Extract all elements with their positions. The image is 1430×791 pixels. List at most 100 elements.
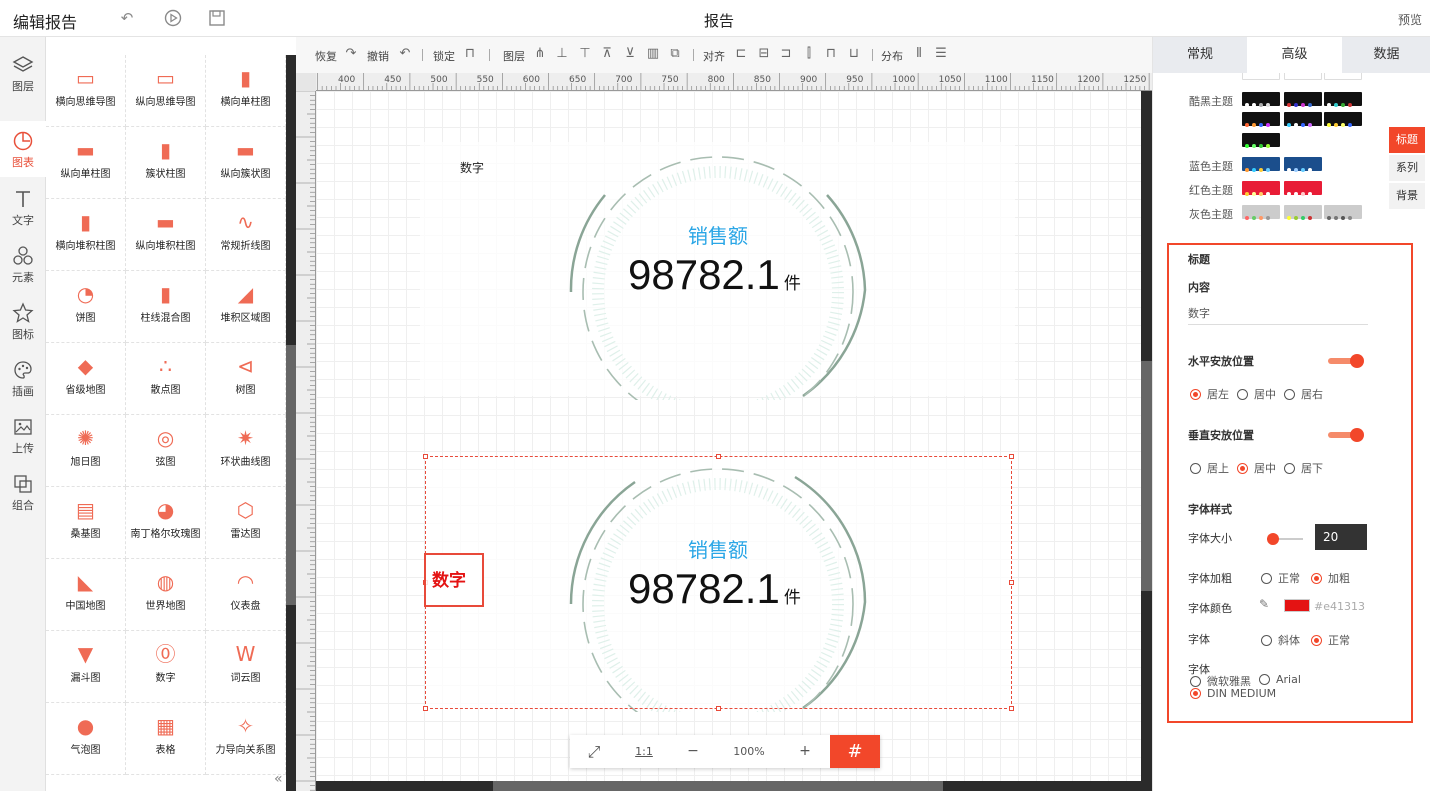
v-pos-middle-radio[interactable]: 居中	[1237, 460, 1276, 476]
theme-swatch[interactable]	[1284, 181, 1322, 196]
font-weight-bold-radio[interactable]: 加粗	[1311, 570, 1350, 586]
palette-item[interactable]: ∿ 常规折线图	[206, 199, 286, 271]
palette-item[interactable]: ⓪ 数字	[126, 631, 206, 703]
v-pos-bottom-radio[interactable]: 居下	[1284, 460, 1323, 476]
palette-item[interactable]: ✷ 环状曲线图	[206, 415, 286, 487]
palette-item[interactable]: ▮ 横向堆积柱图	[46, 199, 126, 271]
align-top-icon[interactable]: ⫿	[801, 46, 817, 62]
sidetab-background[interactable]: 背景	[1389, 183, 1425, 209]
theme-swatch[interactable]	[1324, 205, 1362, 220]
palette-item[interactable]: ◢ 堆积区域图	[206, 271, 286, 343]
actual-size-button[interactable]: 1:1	[620, 735, 668, 768]
theme-swatch[interactable]	[1242, 112, 1280, 127]
v-pos-toggle[interactable]	[1328, 428, 1364, 442]
palette-item[interactable]: ✺ 旭日图	[46, 415, 126, 487]
font-color-swatch[interactable]	[1284, 599, 1310, 612]
nav-illustrations[interactable]: 插画	[0, 350, 46, 406]
font-size-slider-knob[interactable]	[1267, 533, 1279, 545]
palette-item[interactable]: ◆ 省级地图	[46, 343, 126, 415]
align-middle-icon[interactable]: ⊓	[823, 46, 839, 62]
nav-elements[interactable]: 元素	[0, 236, 46, 292]
nav-layers[interactable]: 图层	[0, 45, 46, 101]
palette-item[interactable]: ◣ 中国地图	[46, 559, 126, 631]
theme-swatch[interactable]	[1284, 205, 1322, 220]
palette-item[interactable]: ▭ 纵向思维导图	[126, 55, 206, 127]
font-family-arial-radio[interactable]: Arial	[1259, 673, 1301, 686]
lock-icon[interactable]: ⊓	[462, 46, 478, 62]
font-normal-radio[interactable]: 正常	[1311, 632, 1350, 648]
palette-item[interactable]: ◠ 仪表盘	[206, 559, 286, 631]
align-bottom-icon[interactable]: ⊔	[846, 46, 862, 62]
theme-swatch[interactable]	[1284, 112, 1322, 127]
font-size-input[interactable]: 20	[1315, 524, 1367, 550]
palette-item[interactable]: ▬ 纵向簇状图	[206, 127, 286, 199]
h-pos-center-radio[interactable]: 居中	[1237, 386, 1276, 402]
distribute-horizontal-icon[interactable]: ⫴	[911, 46, 927, 62]
theme-swatch[interactable]	[1324, 112, 1362, 127]
copy-icon[interactable]: ⧉	[667, 46, 683, 62]
resize-handle[interactable]	[423, 706, 428, 711]
palette-item[interactable]: ⬡ 雷达图	[206, 487, 286, 559]
h-pos-left-radio[interactable]: 居左	[1190, 386, 1229, 402]
palette-item[interactable]: ◎ 弦图	[126, 415, 206, 487]
palette-item[interactable]: ✧ 力导向关系图	[206, 703, 286, 775]
sidetab-series[interactable]: 系列	[1389, 155, 1425, 181]
distribute-vertical-icon[interactable]: ☰	[933, 46, 949, 62]
h-pos-toggle[interactable]	[1328, 354, 1364, 368]
palette-item[interactable]: ▦ 表格	[126, 703, 206, 775]
theme-swatch[interactable]	[1242, 92, 1280, 107]
fit-screen-icon[interactable]: ⤢	[570, 735, 618, 768]
canvas-horizontal-scrollbar[interactable]	[316, 781, 1141, 791]
number-widget[interactable]: 数字 销售额 98782.1 件	[420, 142, 1015, 400]
palette-item[interactable]: ▮ 横向单柱图	[206, 55, 286, 127]
nav-group[interactable]: 组合	[0, 464, 46, 520]
delete-icon[interactable]: ▥	[645, 46, 661, 62]
back-icon[interactable]: ↶	[118, 9, 136, 27]
save-icon[interactable]	[208, 9, 226, 27]
palette-item[interactable]: ▮ 簇状柱图	[126, 127, 206, 199]
layer-tree-icon[interactable]: ⋔	[532, 46, 548, 62]
palette-scrollbar[interactable]	[286, 55, 296, 791]
palette-item[interactable]: ● 气泡图	[46, 703, 126, 775]
lock-button[interactable]: 锁定	[433, 48, 455, 64]
palette-item[interactable]: ▭ 横向思维导图	[46, 55, 126, 127]
palette-item[interactable]: ◍ 世界地图	[126, 559, 206, 631]
resize-handle[interactable]	[1009, 454, 1014, 459]
send-to-back-icon[interactable]: ⊻	[622, 46, 638, 62]
font-family-din-radio[interactable]: DIN MEDIUM	[1190, 687, 1276, 700]
palette-item[interactable]: ▼ 漏斗图	[46, 631, 126, 703]
palette-item[interactable]: ◕ 南丁格尔玫瑰图	[126, 487, 206, 559]
palette-item[interactable]: ∴ 散点图	[126, 343, 206, 415]
font-italic-radio[interactable]: 斜体	[1261, 632, 1300, 648]
nav-icons[interactable]: 图标	[0, 293, 46, 349]
v-pos-top-radio[interactable]: 居上	[1190, 460, 1229, 476]
redo-icon[interactable]: ↷	[343, 46, 359, 62]
preview-button[interactable]: 预览	[1398, 11, 1422, 28]
play-icon[interactable]	[164, 9, 182, 27]
theme-swatch[interactable]	[1284, 92, 1322, 107]
align-center-icon[interactable]: ⊟	[756, 46, 772, 62]
font-weight-normal-radio[interactable]: 正常	[1261, 570, 1300, 586]
palette-item[interactable]: ▬ 纵向堆积柱图	[126, 199, 206, 271]
palette-item[interactable]: ▤ 桑基图	[46, 487, 126, 559]
collapse-icon[interactable]: «	[274, 771, 283, 787]
zoom-out-button[interactable]: −	[670, 735, 716, 768]
zoom-in-button[interactable]: +	[782, 735, 828, 768]
align-left-icon[interactable]: ⊏	[733, 46, 749, 62]
grid-toggle-icon[interactable]: #	[830, 735, 880, 768]
theme-swatch[interactable]	[1242, 133, 1280, 148]
theme-swatch[interactable]	[1242, 157, 1280, 172]
resize-handle[interactable]	[716, 454, 721, 459]
eyedropper-icon[interactable]: ✎	[1259, 597, 1275, 613]
widget-title-highlighted[interactable]: 数字	[424, 553, 484, 607]
h-pos-right-radio[interactable]: 居右	[1284, 386, 1323, 402]
canvas-vertical-scrollbar[interactable]	[1141, 91, 1152, 791]
nav-charts[interactable]: 图表	[0, 121, 46, 177]
theme-swatch[interactable]	[1284, 157, 1322, 172]
resize-handle[interactable]	[1009, 580, 1014, 585]
palette-item[interactable]: ◔ 饼图	[46, 271, 126, 343]
send-backward-icon[interactable]: ⊤	[577, 46, 593, 62]
font-color-value[interactable]: #e41313	[1314, 600, 1365, 613]
align-right-icon[interactable]: ⊐	[778, 46, 794, 62]
tab-general[interactable]: 常规	[1153, 37, 1247, 73]
